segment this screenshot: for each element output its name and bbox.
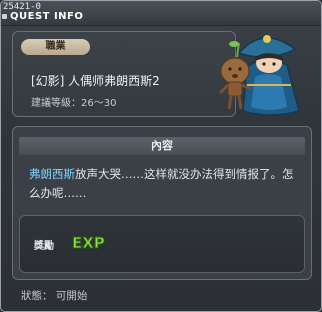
content-heading: 內容 [19, 137, 305, 155]
npc-name-link[interactable]: 弗朗西斯 [29, 167, 75, 181]
title-bullet-icon [2, 14, 7, 19]
quest-dialogue: 弗朗西斯放声大哭……这样就没办法得到情报了。怎么办呢…… [29, 165, 299, 203]
recommended-level: 建議等級：26～30 [31, 98, 117, 109]
exp-text: EXP [72, 234, 105, 252]
job-tag: 職業 [21, 39, 90, 55]
content-panel: 內容 弗朗西斯放声大哭……这样就没办法得到情报了。怎么办呢…… 獎勵 EXP [12, 126, 312, 280]
quest-header-panel: 職業 [幻影] 人偶师弗朗西斯2 建議等級：26～30 [12, 31, 236, 117]
quest-status: 狀態： 可開始 [21, 290, 88, 302]
reward-box: 獎勵 EXP [19, 215, 305, 273]
title-bar[interactable]: 25421-0 QUEST INFO [1, 1, 321, 26]
quest-info-window: 25421-0 QUEST INFO 職業 [幻影] 人偶师弗朗西斯2 建議等級… [0, 0, 322, 312]
exp-icon: EXP [72, 234, 106, 253]
quest-name: [幻影] 人偶师弗朗西斯2 [31, 74, 160, 88]
npc-portrait-icon [218, 35, 300, 116]
reward-label: 獎勵 [34, 241, 54, 252]
window-title: QUEST INFO [10, 11, 84, 22]
